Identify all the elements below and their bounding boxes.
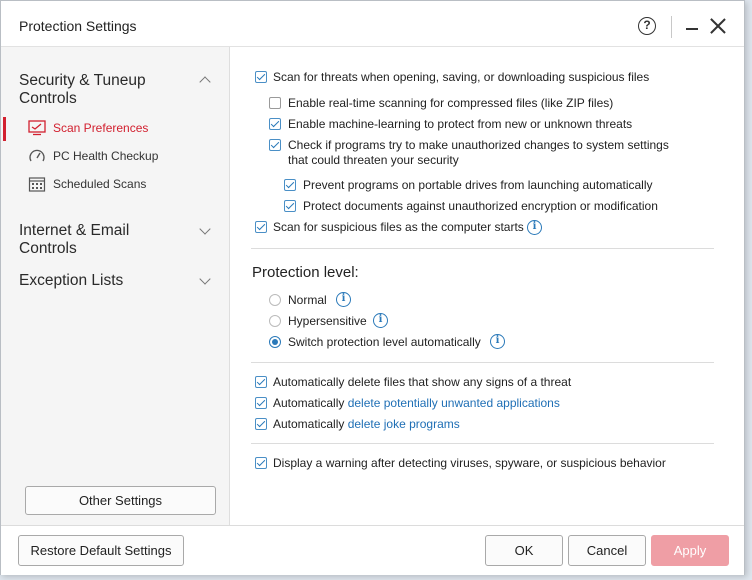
sidebar-item-pc-health-checkup[interactable]: PC Health Checkup bbox=[1, 145, 230, 169]
checkbox-system-changes[interactable] bbox=[269, 139, 281, 151]
radio-normal[interactable] bbox=[269, 294, 281, 306]
link-delete-pua[interactable]: delete potentially unwanted applications bbox=[348, 396, 560, 410]
option-label: Normal bbox=[288, 293, 327, 307]
sidebar: Security & Tuneup Controls Scan Preferen… bbox=[1, 47, 230, 525]
sidebar-item-label: PC Health Checkup bbox=[53, 149, 159, 163]
calendar-icon bbox=[28, 177, 46, 192]
protection-settings-window: Protection Settings ? Security & Tuneup … bbox=[0, 0, 745, 575]
checkbox-delete-threats[interactable] bbox=[255, 376, 267, 388]
option-label: Check if programs try to make unauthoriz… bbox=[288, 138, 669, 167]
checkbox-protect-documents[interactable] bbox=[284, 200, 296, 212]
sidebar-group-exception-lists[interactable]: Exception Lists bbox=[19, 272, 189, 290]
info-icon[interactable]: i bbox=[336, 292, 351, 307]
window-title: Protection Settings bbox=[19, 18, 137, 34]
option-label: Prevent programs on portable drives from… bbox=[303, 178, 653, 192]
option-label: Hypersensitive bbox=[288, 314, 367, 328]
sidebar-item-scheduled-scans[interactable]: Scheduled Scans bbox=[1, 173, 230, 197]
chevron-down-icon[interactable] bbox=[199, 223, 211, 235]
checkbox-scan-at-startup[interactable] bbox=[255, 221, 267, 233]
sidebar-item-label: Scan Preferences bbox=[53, 121, 149, 135]
protection-level-title: Protection level: bbox=[252, 264, 359, 281]
close-icon[interactable] bbox=[710, 18, 726, 34]
chevron-up-icon[interactable] bbox=[199, 76, 211, 88]
active-indicator bbox=[3, 117, 6, 141]
option-label: Scan for threats when opening, saving, o… bbox=[273, 70, 650, 84]
checkbox-delete-pua[interactable] bbox=[255, 397, 267, 409]
scan-preferences-panel: Scan for threats when opening, saving, o… bbox=[231, 47, 744, 525]
option-label: Automatically delete joke programs bbox=[273, 417, 460, 432]
option-label: Enable machine-learning to protect from … bbox=[288, 117, 633, 131]
checkbox-delete-joke[interactable] bbox=[255, 418, 267, 430]
option-label: Automatically delete potentially unwante… bbox=[273, 396, 560, 411]
option-prefix: Automatically bbox=[273, 417, 348, 431]
checkbox-compressed-files[interactable] bbox=[269, 97, 281, 109]
sidebar-item-label: Scheduled Scans bbox=[53, 177, 147, 191]
minimize-icon[interactable] bbox=[686, 28, 698, 30]
other-settings-button[interactable]: Other Settings bbox=[25, 486, 216, 515]
link-delete-joke-programs[interactable]: delete joke programs bbox=[348, 417, 460, 431]
sidebar-item-scan-preferences[interactable]: Scan Preferences bbox=[1, 117, 230, 141]
divider bbox=[251, 443, 714, 444]
restore-defaults-button[interactable]: Restore Default Settings bbox=[18, 535, 184, 566]
radio-switch-automatically[interactable] bbox=[269, 336, 281, 348]
cancel-button[interactable]: Cancel bbox=[568, 535, 646, 566]
title-bar: Protection Settings ? bbox=[1, 1, 744, 47]
option-label: Display a warning after detecting viruse… bbox=[273, 456, 666, 470]
chevron-down-icon[interactable] bbox=[199, 273, 211, 285]
help-icon[interactable]: ? bbox=[638, 17, 656, 35]
info-icon[interactable]: i bbox=[490, 334, 505, 349]
checkbox-machine-learning[interactable] bbox=[269, 118, 281, 130]
info-icon[interactable]: i bbox=[527, 220, 542, 235]
divider bbox=[251, 248, 714, 249]
option-label: Switch protection level automatically bbox=[288, 335, 481, 349]
option-label: Scan for suspicious files as the compute… bbox=[273, 220, 524, 234]
checkbox-display-warning[interactable] bbox=[255, 457, 267, 469]
ok-button[interactable]: OK bbox=[485, 535, 563, 566]
option-prefix: Automatically bbox=[273, 396, 348, 410]
info-icon[interactable]: i bbox=[373, 313, 388, 328]
checkbox-portable-drives[interactable] bbox=[284, 179, 296, 191]
option-label: Protect documents against unauthorized e… bbox=[303, 199, 658, 213]
title-separator bbox=[671, 16, 672, 38]
footer-bar: Restore Default Settings OK Cancel Apply bbox=[1, 525, 744, 575]
sidebar-group-security-tuneup[interactable]: Security & Tuneup Controls bbox=[19, 72, 189, 108]
radio-hypersensitive[interactable] bbox=[269, 315, 281, 327]
monitor-icon bbox=[28, 120, 46, 136]
checkbox-scan-on-access[interactable] bbox=[255, 71, 267, 83]
option-label: Enable real-time scanning for compressed… bbox=[288, 96, 614, 110]
option-label: Automatically delete files that show any… bbox=[273, 375, 572, 389]
sidebar-group-internet-email[interactable]: Internet & Email Controls bbox=[19, 222, 189, 258]
gauge-icon bbox=[29, 149, 45, 162]
apply-button[interactable]: Apply bbox=[651, 535, 729, 566]
divider bbox=[251, 362, 714, 363]
